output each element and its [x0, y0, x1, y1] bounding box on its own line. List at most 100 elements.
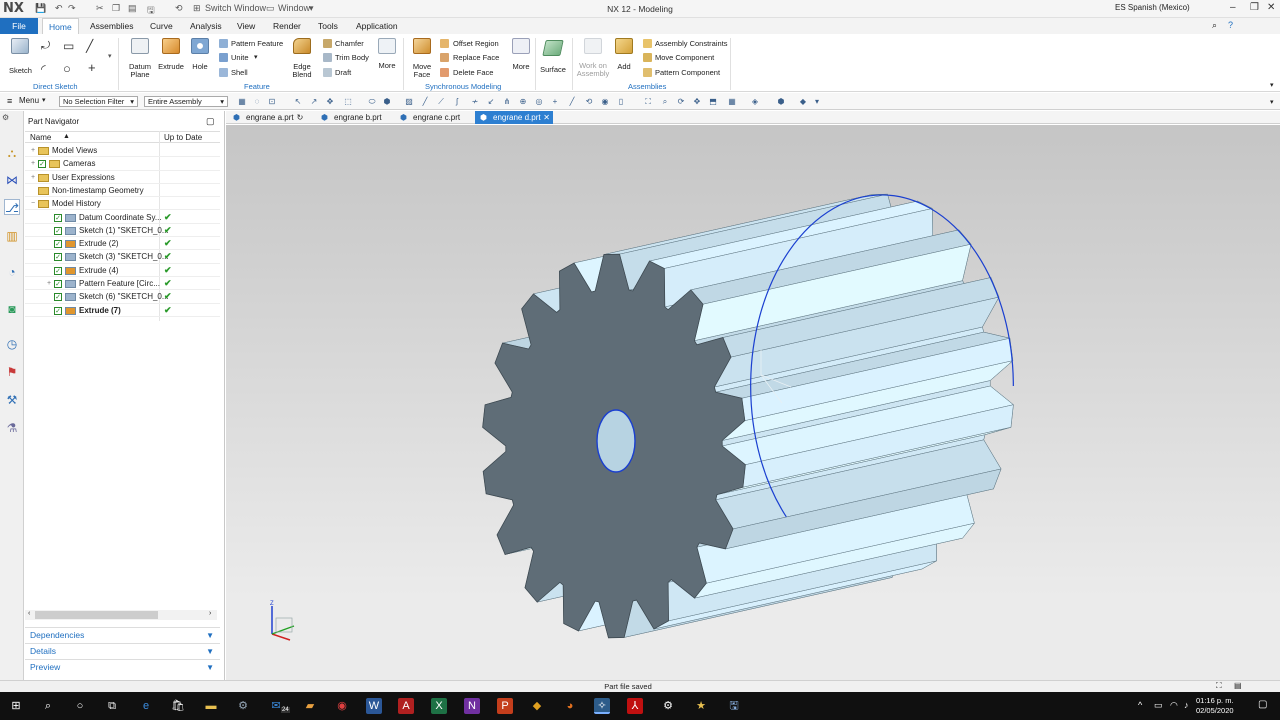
unite-dropdown-icon[interactable]: ▾	[254, 53, 258, 61]
status-options-icon[interactable]: ▤	[1234, 681, 1242, 690]
snap-endpoint-icon[interactable]: ▨	[404, 97, 414, 107]
edge-blend-button[interactable]: Edge Blend	[288, 38, 316, 79]
tree-row[interactable]: ✓ Extrude (7) ✔	[25, 304, 220, 317]
details-panel[interactable]: Details ▼	[25, 643, 220, 658]
delete-face-button[interactable]: Delete Face	[453, 68, 493, 77]
dependencies-panel[interactable]: Dependencies ▼	[25, 627, 220, 642]
tab-application[interactable]: Application	[350, 18, 404, 34]
menu-button[interactable]: Menu	[19, 96, 39, 105]
trim-body-button[interactable]: Trim Body	[335, 53, 369, 62]
tree-row[interactable]: ✓ Extrude (4) ✔	[25, 264, 220, 277]
firefox-icon[interactable]: ◕	[562, 698, 578, 714]
visibility-checkbox[interactable]: ✓	[54, 240, 62, 249]
tree-row[interactable]: ✓ Datum Coordinate Sy... ✔	[25, 211, 220, 224]
orient-view-icon[interactable]: ⬢	[776, 97, 786, 107]
tree-row[interactable]: + ✓ Pattern Feature [Circ... ✔	[25, 277, 220, 291]
scroll-thumb[interactable]	[35, 611, 158, 619]
part-navigator-icon[interactable]: ⎇	[4, 199, 20, 215]
pattern-component-button[interactable]: Pattern Component	[655, 68, 720, 77]
snap-face-icon[interactable]: ◉	[600, 97, 610, 107]
visibility-checkbox[interactable]: ✓	[54, 306, 62, 315]
column-up-to-date[interactable]: Up to Date	[164, 133, 202, 142]
hd3d-tools-icon[interactable]: ◔	[4, 264, 20, 280]
add-component-button[interactable]: Add	[613, 38, 635, 71]
store-icon[interactable]: 🛍	[170, 698, 186, 714]
reuse-library-icon[interactable]: ▥	[4, 228, 20, 244]
history-icon[interactable]: ◷	[4, 336, 20, 352]
floppy-icon[interactable]: 🖫	[726, 698, 742, 714]
menu-dropdown-icon[interactable]: ▾	[42, 96, 46, 104]
pick-icon[interactable]: ↖	[293, 97, 303, 107]
arc-icon[interactable]: ◜	[41, 62, 46, 76]
snap-tangent-icon[interactable]: ╱	[567, 97, 577, 107]
close-tab-icon[interactable]: ✕	[543, 111, 550, 124]
rotate-icon[interactable]: ⟳	[676, 97, 686, 107]
autocad-icon[interactable]: A	[398, 698, 414, 714]
expand-toggle-icon[interactable]: +	[31, 171, 35, 184]
snap-center-icon[interactable]: ⊕	[518, 97, 528, 107]
tab-assemblies[interactable]: Assemblies	[84, 18, 139, 34]
select-all-icon[interactable]: ▦	[237, 97, 247, 107]
app-icon[interactable]: ◆	[529, 698, 545, 714]
work-on-assembly-button[interactable]: Work on Assembly	[575, 38, 611, 78]
roles-icon[interactable]: ⚒	[4, 392, 20, 408]
snap-curve-icon[interactable]: ⟋	[436, 97, 446, 107]
sketch-button[interactable]: Sketch	[9, 38, 32, 75]
scroll-right-icon[interactable]: ›	[209, 610, 211, 617]
selection-filter-dropdown[interactable]: No Selection Filter ▾	[59, 96, 138, 107]
expand-toggle-icon[interactable]: +	[31, 144, 35, 157]
unite-button[interactable]: Unite	[231, 53, 249, 62]
doc-tab-engrane-a[interactable]: ⬢ engrane a.prt ↻	[228, 111, 312, 124]
edge-browser-icon[interactable]: e	[138, 698, 154, 714]
snap-arc-icon[interactable]: ʃ	[452, 97, 462, 107]
visibility-checkbox[interactable]: ✓	[54, 226, 62, 235]
visibility-checkbox[interactable]: ✓	[54, 213, 62, 222]
word-icon[interactable]: W	[366, 698, 382, 714]
draft-button[interactable]: Draft	[335, 68, 351, 77]
excel-icon[interactable]: X	[431, 698, 447, 714]
tab-analysis[interactable]: Analysis	[184, 18, 228, 34]
pattern-feature-button[interactable]: Pattern Feature	[231, 39, 283, 48]
tree-row[interactable]: − Model History	[25, 197, 220, 211]
snap-mid-icon[interactable]: ≁	[470, 97, 480, 107]
snap-end-icon[interactable]: ↙	[486, 97, 496, 107]
lasso-icon[interactable]: ↗	[309, 97, 319, 107]
settings-icon[interactable]: ⚙	[2, 113, 9, 122]
wifi-icon[interactable]: ◠	[1170, 700, 1178, 711]
sort-ascending-icon[interactable]: ▲	[63, 133, 70, 140]
circle-icon[interactable]: ○	[63, 61, 71, 76]
horizontal-scrollbar[interactable]: ‹ ›	[25, 610, 217, 620]
acrobat-icon[interactable]: ⅄	[627, 698, 643, 714]
zoom-icon[interactable]: ⌕	[660, 97, 670, 107]
extrude-button[interactable]: Extrude	[157, 38, 185, 71]
expand-toggle-icon[interactable]: +	[31, 157, 35, 170]
visibility-checkbox[interactable]: ✓	[38, 160, 46, 169]
snap-bound-icon[interactable]: ▯	[616, 97, 626, 107]
pan-icon[interactable]: ✥	[692, 97, 702, 107]
minimize-icon[interactable]: –	[1230, 2, 1236, 13]
snap-line-icon[interactable]: ╱	[420, 97, 430, 107]
assembly-constraints-button[interactable]: Assembly Constraints	[655, 39, 728, 48]
hole-button[interactable]: Hole	[187, 38, 213, 71]
web-browser-icon[interactable]: ◙	[4, 301, 20, 317]
tab-curve[interactable]: Curve	[144, 18, 179, 34]
gear-model[interactable]	[226, 125, 1280, 680]
preview-panel[interactable]: Preview ▼	[25, 659, 220, 674]
ribbon-options-icon[interactable]: ▾	[1270, 81, 1274, 89]
language-indicator[interactable]: ES Spanish (Mexico)	[1115, 3, 1190, 12]
visibility-checkbox[interactable]: ✓	[54, 266, 62, 275]
snap-options-icon[interactable]: ⊡	[267, 97, 277, 107]
system-materials-icon[interactable]: ⚗	[4, 420, 20, 436]
powerpoint-icon[interactable]: P	[497, 698, 513, 714]
fit-icon[interactable]: ⛶	[643, 97, 653, 107]
constraint-navigator-icon[interactable]: ⋈	[4, 172, 20, 188]
toolbar-options-icon[interactable]: ▾	[1270, 98, 1274, 106]
notifications-icon[interactable]: ▢	[1258, 699, 1267, 710]
assembly-navigator-icon[interactable]: ⛬	[4, 145, 20, 161]
process-studio-icon[interactable]: ⚑	[4, 364, 20, 380]
visibility-checkbox[interactable]: ✓	[54, 280, 62, 288]
sync-more-button[interactable]: More	[509, 38, 533, 71]
tree-row[interactable]: ✓ Sketch (1) "SKETCH_0... ✔	[25, 224, 220, 238]
search-icon[interactable]: ⌕	[40, 698, 56, 714]
tray-chevron-icon[interactable]: ^	[1138, 700, 1142, 710]
